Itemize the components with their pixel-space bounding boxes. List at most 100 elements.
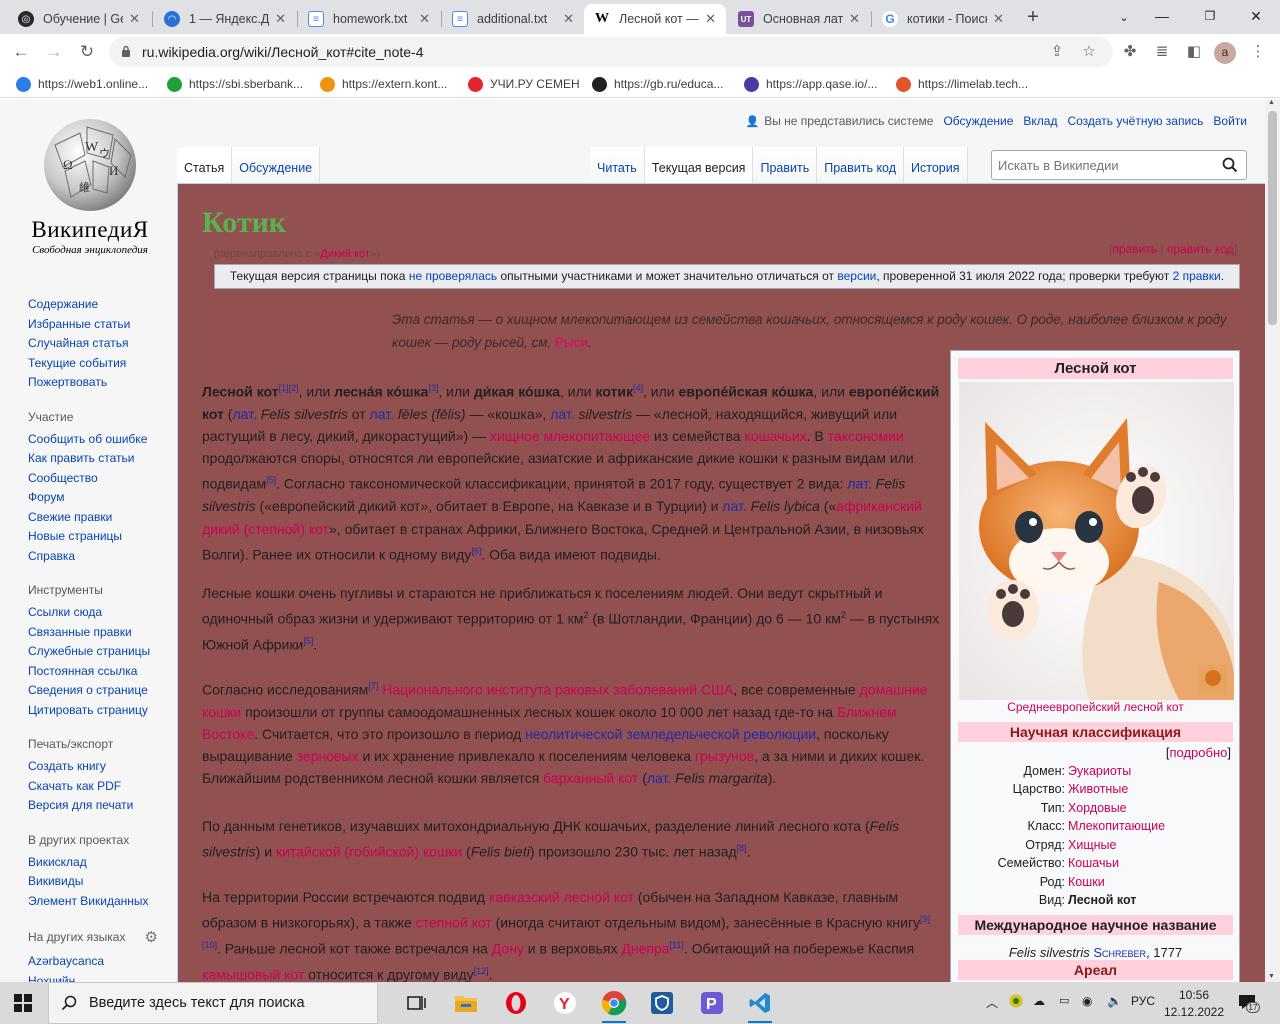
sidebar-item[interactable]: Случайная статья bbox=[28, 334, 168, 354]
article-link[interactable]: грызунов bbox=[695, 748, 754, 764]
article-link[interactable]: зерновых bbox=[297, 748, 359, 764]
bookmark-item[interactable]: https://app.qase.io/... bbox=[744, 75, 877, 93]
tab-talk[interactable]: Обсуждение bbox=[232, 147, 321, 183]
citation-ref[interactable]: [1][2] bbox=[279, 383, 299, 393]
opera-icon[interactable] bbox=[501, 988, 531, 1018]
close-icon[interactable]: ✕ bbox=[129, 11, 140, 27]
tab-latin[interactable]: UT Основная латиница ✕ bbox=[728, 4, 870, 34]
article-link[interactable]: кавказский лесной кот bbox=[489, 889, 634, 905]
url-text[interactable]: ru.wikipedia.org/wiki/Лесной_кот#cite_no… bbox=[142, 44, 423, 60]
bookmark-item[interactable]: https://gb.ru/educa... bbox=[592, 75, 723, 93]
article-link[interactable]: Днепра bbox=[621, 941, 669, 957]
clock[interactable]: 10:56 12.12.2022 bbox=[1163, 987, 1225, 1021]
notification-center-icon[interactable]: 17 bbox=[1238, 993, 1260, 1013]
close-icon[interactable]: ✕ bbox=[419, 11, 430, 27]
close-icon[interactable]: ✕ bbox=[275, 11, 286, 27]
scrollbar-thumb[interactable] bbox=[1268, 111, 1277, 325]
citation-ref[interactable]: [5] bbox=[266, 475, 276, 485]
tab-current-version[interactable]: Текущая версия bbox=[644, 147, 754, 183]
bookmark-item[interactable]: https://limelab.tech... bbox=[896, 75, 1028, 93]
onedrive-cloud-icon[interactable]: ☁ bbox=[1033, 994, 1045, 1008]
bookmark-item[interactable]: https://extern.kont... bbox=[320, 75, 447, 93]
sidebar-item[interactable]: Создать книгу bbox=[28, 757, 168, 777]
sidebar-item[interactable]: Как править статьи bbox=[28, 449, 168, 469]
scroll-down-icon[interactable]: ▼ bbox=[1268, 973, 1275, 980]
taxon-value[interactable]: Кошки bbox=[1068, 875, 1105, 889]
sidebar-item[interactable]: Постоянная ссылка bbox=[28, 662, 168, 682]
network-icon[interactable]: ◉ bbox=[1082, 994, 1092, 1008]
extensions-icon[interactable]: ✤ bbox=[1120, 42, 1140, 62]
tab-history[interactable]: История bbox=[904, 147, 968, 183]
scroll-up-icon[interactable]: ▲ bbox=[1268, 99, 1275, 106]
yandex-browser-icon[interactable]: Y bbox=[550, 988, 580, 1018]
sidebar-item[interactable]: Цитировать страницу bbox=[28, 701, 168, 721]
tab-search-icon[interactable]: ⌄ bbox=[1112, 8, 1136, 28]
sidebar-item[interactable]: Викивиды bbox=[28, 872, 168, 892]
sidebar-item[interactable]: Azərbaycanca bbox=[28, 952, 168, 972]
citation-ref[interactable]: [8] bbox=[737, 843, 747, 853]
avatar[interactable]: a bbox=[1214, 42, 1236, 64]
close-icon[interactable]: ✕ bbox=[705, 11, 716, 27]
tab-wikipedia[interactable]: W Лесной кот — Википедия ✕ bbox=[584, 4, 726, 34]
article-link[interactable]: лат. bbox=[722, 498, 746, 514]
p-app-icon[interactable]: P bbox=[697, 988, 727, 1018]
security-app-icon[interactable] bbox=[647, 988, 677, 1018]
language-settings-gear-icon[interactable]: ⚙ bbox=[145, 928, 158, 946]
share-icon[interactable]: ⇪ bbox=[1047, 42, 1067, 62]
close-icon[interactable]: ✕ bbox=[993, 11, 1004, 27]
sidebar-item[interactable]: Сообщество bbox=[28, 469, 168, 489]
bookmark-item[interactable]: УЧИ.РУ СЕМЕН bbox=[468, 75, 580, 93]
redirect-link[interactable]: Дикий кот bbox=[320, 248, 370, 260]
edit-source-link[interactable]: править код bbox=[1167, 242, 1234, 256]
sidebar-item[interactable]: Справка bbox=[28, 547, 168, 567]
close-icon[interactable]: ✕ bbox=[563, 11, 574, 27]
address-bar[interactable]: ru.wikipedia.org/wiki/Лесной_кот#cite_no… bbox=[109, 37, 1113, 67]
lock-icon[interactable] bbox=[121, 45, 131, 57]
vscode-icon[interactable] bbox=[745, 988, 775, 1023]
menu-kebab-icon[interactable]: ⋮ bbox=[1248, 42, 1268, 62]
taxon-value[interactable]: Млекопитающие bbox=[1068, 819, 1165, 833]
sidebar-item[interactable]: Скачать как PDF bbox=[28, 777, 168, 797]
media-control-icon[interactable]: ≣ bbox=[1152, 42, 1172, 62]
windows-start-icon[interactable] bbox=[14, 994, 32, 1012]
article-link[interactable]: лат. bbox=[647, 770, 671, 786]
hatnote-link[interactable]: Рыси bbox=[555, 335, 588, 350]
language-indicator[interactable]: РУС bbox=[1131, 994, 1155, 1008]
close-window-icon[interactable]: ✕ bbox=[1244, 6, 1268, 26]
citation-ref[interactable]: [7] bbox=[368, 681, 378, 691]
article-link[interactable]: неолитической земледельческой революции bbox=[525, 726, 816, 742]
personal-link-contrib[interactable]: Вклад bbox=[1023, 114, 1057, 128]
close-icon[interactable]: ✕ bbox=[849, 11, 860, 27]
task-view-icon[interactable] bbox=[402, 988, 432, 1018]
sidebar-item[interactable]: Новые страницы bbox=[28, 527, 168, 547]
sidebar-item[interactable]: Связанные правки bbox=[28, 623, 168, 643]
notice-link-version[interactable]: версии bbox=[837, 269, 876, 283]
sidebar-item[interactable]: Служебные страницы bbox=[28, 642, 168, 662]
citation-ref[interactable]: [6] bbox=[471, 546, 481, 556]
sidebar-item[interactable]: Ссылки сюда bbox=[28, 603, 168, 623]
tab-geekbrains[interactable]: ◎ Обучение | GeekBrains ✕ bbox=[8, 4, 150, 34]
taskbar-search-input[interactable]: Введите здесь текст для поиска bbox=[48, 982, 378, 1024]
taxon-value[interactable]: Эукариоты bbox=[1068, 764, 1131, 778]
article-link[interactable]: лат. bbox=[550, 406, 574, 422]
sidebar-item[interactable]: Свежие правки bbox=[28, 508, 168, 528]
tab-edit[interactable]: Править bbox=[753, 147, 818, 183]
search-icon[interactable] bbox=[1222, 157, 1238, 173]
bookmark-star-icon[interactable]: ☆ bbox=[1079, 42, 1099, 62]
sidebar-item[interactable]: Форум bbox=[28, 488, 168, 508]
sidebar-item[interactable]: Викисклад bbox=[28, 853, 168, 873]
article-link[interactable]: хищное млекопитающее bbox=[490, 428, 650, 444]
sidebar-item[interactable]: Версия для печати bbox=[28, 796, 168, 816]
wikipedia-logo[interactable]: W Ω И 維 ウ ВикипедиЯ Свободная энциклопед… bbox=[22, 115, 158, 256]
citation-ref[interactable]: [11] bbox=[670, 940, 684, 950]
bookmark-item[interactable]: https://web1.online... bbox=[16, 75, 148, 93]
article-link[interactable]: таксономии bbox=[828, 428, 904, 444]
edit-link[interactable]: править bbox=[1112, 242, 1157, 256]
volume-icon[interactable]: 🔈 bbox=[1107, 994, 1122, 1008]
article-link[interactable]: камышовый кот bbox=[202, 967, 304, 982]
personal-link-create-account[interactable]: Создать учётную запись bbox=[1067, 114, 1203, 128]
tab-read[interactable]: Читать bbox=[590, 147, 645, 183]
notice-link-edits[interactable]: 2 правки bbox=[1173, 269, 1221, 283]
chrome-icon[interactable] bbox=[599, 988, 629, 1023]
citation-ref[interactable]: [3] bbox=[428, 383, 438, 393]
